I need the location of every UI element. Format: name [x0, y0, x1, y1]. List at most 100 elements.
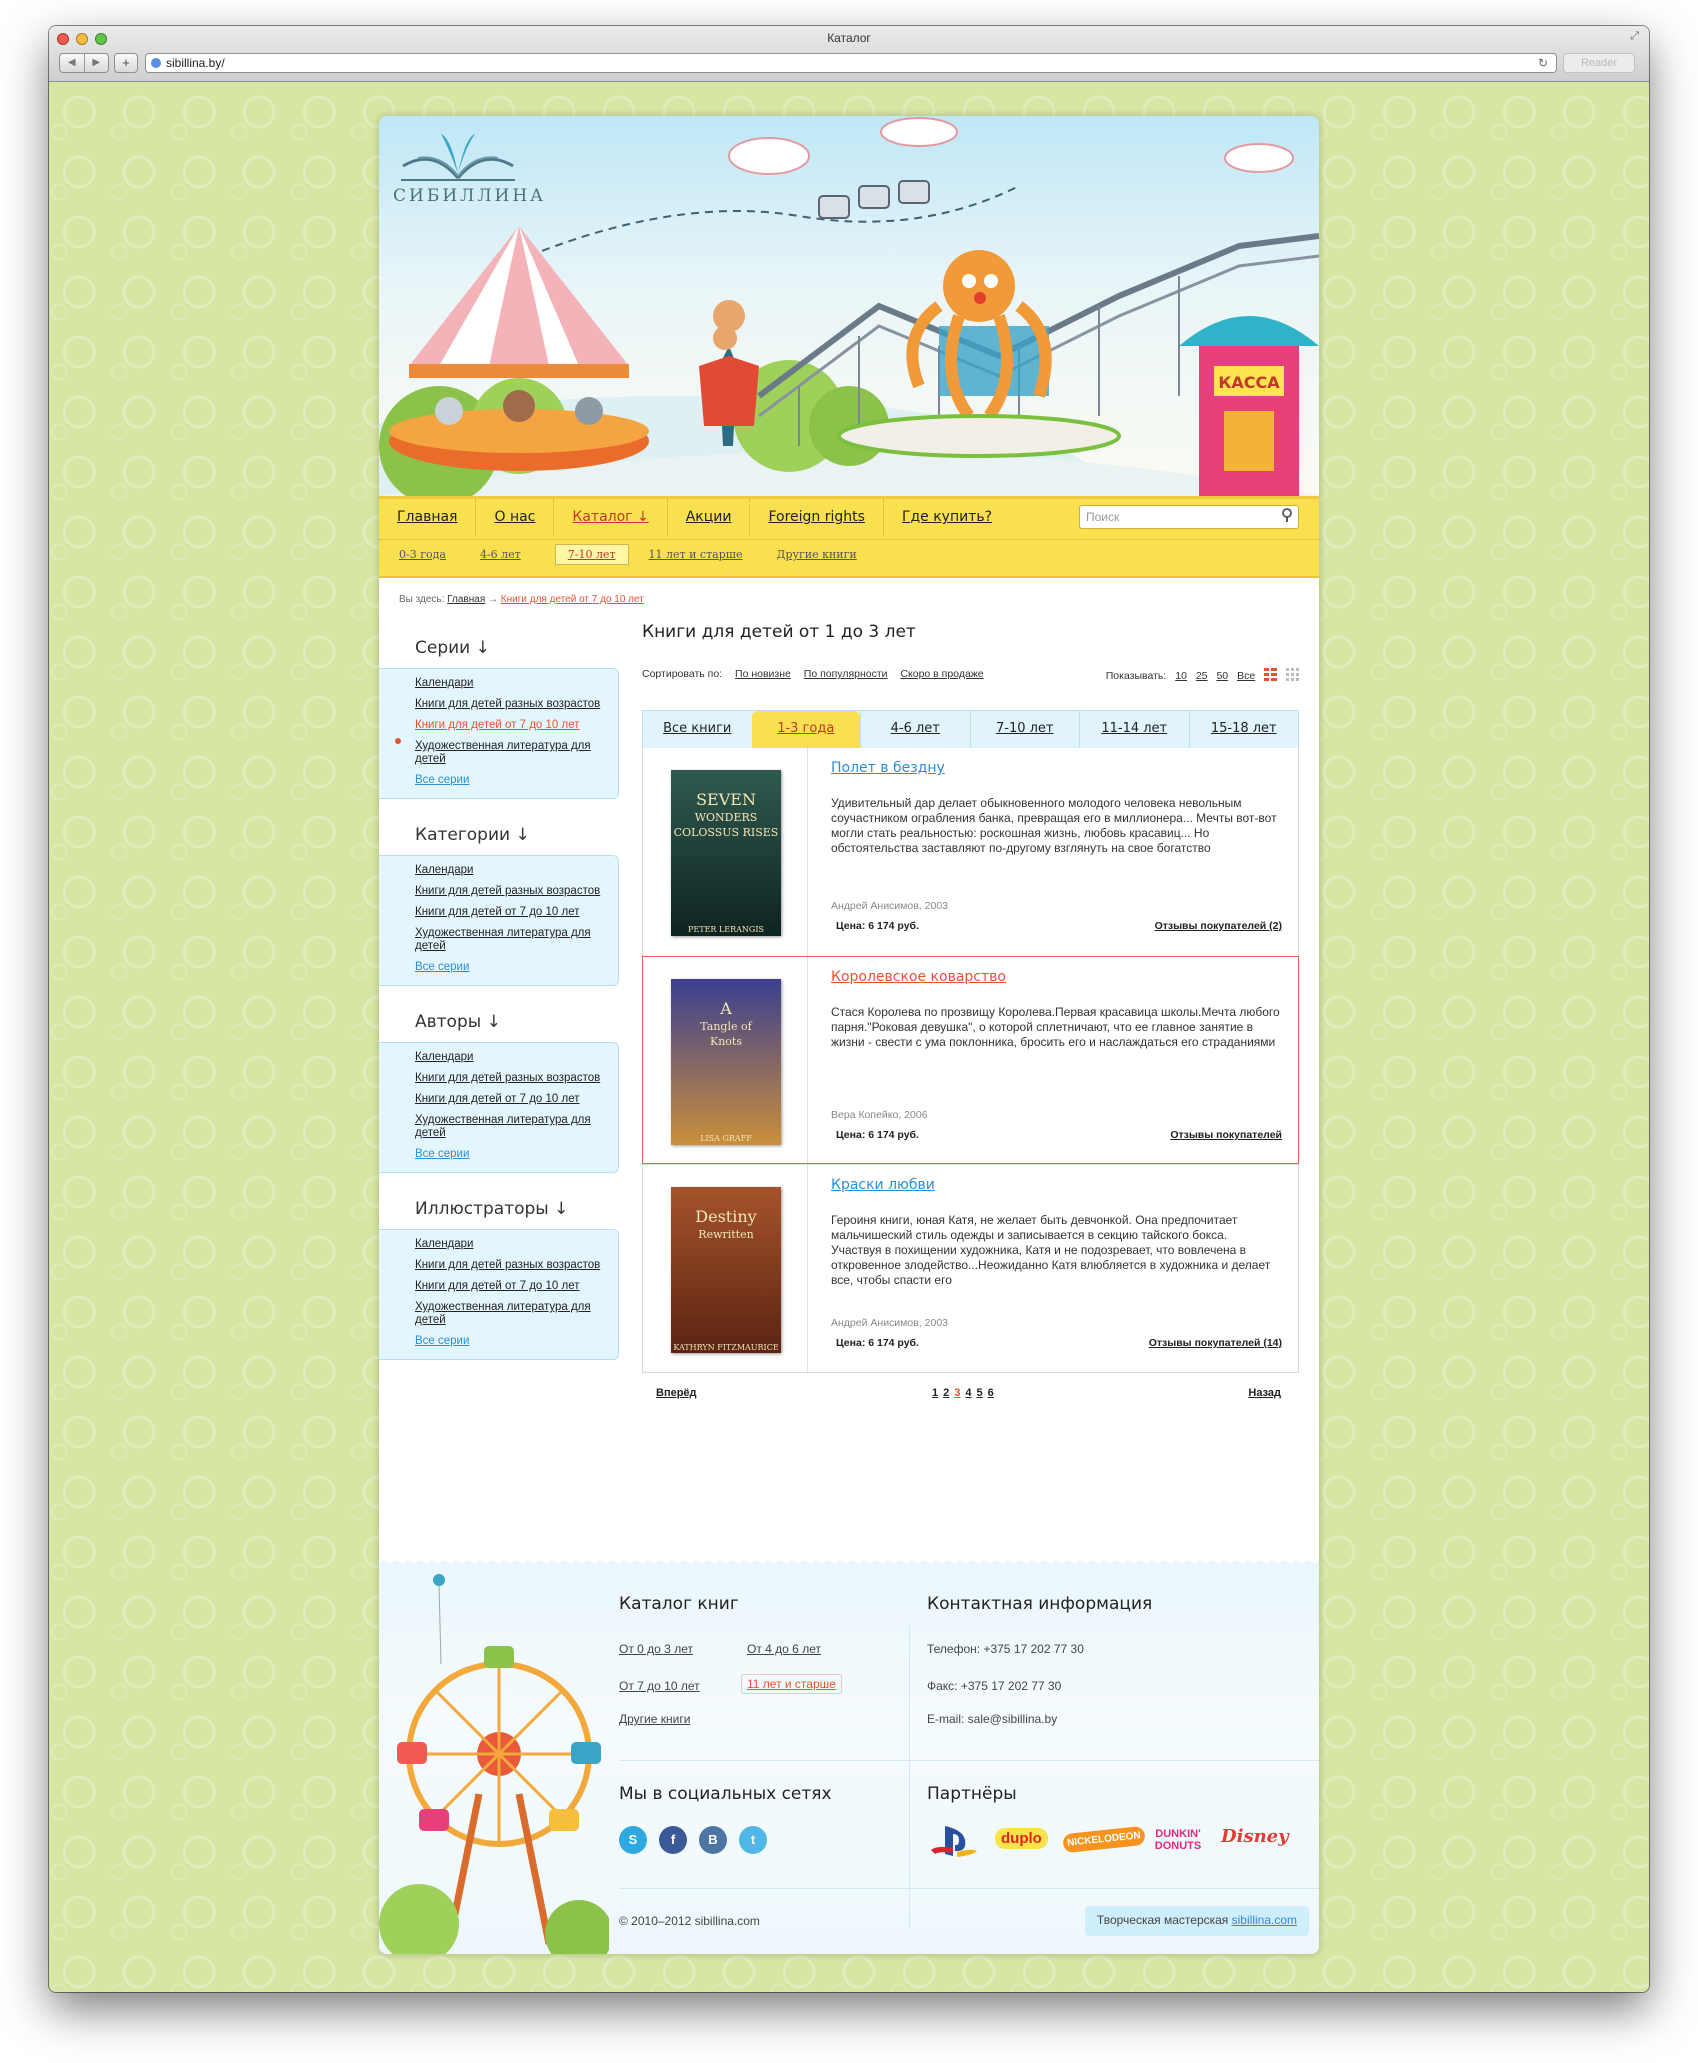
sidebar-heading-series[interactable]: Серии ↓	[379, 626, 619, 668]
skype-icon[interactable]: S	[619, 1826, 647, 1854]
book-cover[interactable]: SEVEN WONDERS COLOSSUS RISES PETER LERANGIS	[671, 770, 781, 936]
sidebar-link[interactable]: Художественная литература для детей	[415, 1114, 604, 1140]
grid-view-icon[interactable]	[1286, 668, 1299, 681]
sidebar-all-series-link[interactable]: Все серии	[415, 961, 604, 973]
pager-page-link[interactable]: 3	[954, 1387, 960, 1399]
footer-link-11-plus[interactable]: 11 лет и старше	[741, 1674, 842, 1694]
twitter-icon[interactable]: t	[739, 1826, 767, 1854]
tab-age-4[interactable]: 11-14 лет	[1079, 711, 1189, 748]
pager-prev-link[interactable]: Вперёд	[656, 1387, 697, 1399]
nav-item-home[interactable]: Главная	[379, 499, 477, 535]
book-item: A Tangle of Knots LISA GRAFF Королевское ков…	[642, 956, 1299, 1164]
search-icon[interactable]	[1280, 508, 1294, 522]
facebook-icon[interactable]: f	[659, 1826, 687, 1854]
sidebar-heading-authors[interactable]: Авторы ↓	[379, 1000, 619, 1042]
book-cover-text: Tangle of	[700, 1020, 752, 1033]
footer-link-0-3[interactable]: От 0 до 3 лет	[619, 1642, 693, 1656]
partner-disney-logo[interactable]: Disney	[1221, 1826, 1289, 1847]
book-title[interactable]: Королевское коварство	[831, 969, 1006, 985]
subnav-age-11-plus[interactable]: 11 лет и старше	[649, 546, 757, 563]
book-cover-text: SEVEN	[696, 790, 756, 809]
list-view-icon[interactable]	[1264, 668, 1278, 681]
sidebar-link[interactable]: Книги для детей от 7 до 10 лет	[415, 1280, 604, 1293]
sidebar-link[interactable]: Календари	[415, 864, 604, 877]
subnav-age-4-6[interactable]: 4-6 лет	[480, 546, 535, 563]
show-10[interactable]: 10	[1175, 670, 1187, 682]
sidebar-link[interactable]: Календари	[415, 677, 604, 690]
footer-link-4-6[interactable]: От 4 до 6 лет	[747, 1642, 821, 1656]
sort-by-popularity[interactable]: По популярности	[804, 668, 888, 680]
add-bookmark-button[interactable]: +	[114, 53, 138, 73]
book-cover-text: WONDERS	[694, 811, 758, 824]
breadcrumb-current[interactable]: Книги для детей от 7 до 10 лет	[501, 594, 644, 605]
sidebar-link[interactable]: Книги для детей разных возрастов	[415, 885, 604, 898]
nav-item-catalog[interactable]: Каталог ↓	[554, 499, 668, 535]
tab-age-3[interactable]: 7-10 лет	[969, 711, 1080, 748]
show-all[interactable]: Все	[1237, 670, 1255, 682]
book-title[interactable]: Полет в бездну	[831, 760, 945, 776]
sidebar-link[interactable]: Книги для детей разных возрастов	[415, 698, 604, 711]
sidebar-link[interactable]: Художественная литература для детей	[415, 740, 604, 766]
pager-page-link[interactable]: 4	[965, 1387, 971, 1399]
nav-item-where-to-buy[interactable]: Где купить?	[884, 499, 1010, 535]
fullscreen-icon[interactable]: ⤢	[1630, 30, 1639, 43]
sidebar-link[interactable]: Художественная литература для детей	[415, 927, 604, 953]
pager-next-link[interactable]: Назад	[1248, 1387, 1281, 1399]
pager-page-link[interactable]: 1	[932, 1387, 938, 1399]
book-reviews-link[interactable]: Отзывы покупателей (2)	[1155, 920, 1282, 932]
address-bar[interactable]: sibillina.by/ ↻	[145, 53, 1557, 73]
partner-duplo-logo[interactable]: duplo	[995, 1828, 1048, 1849]
subnav-age-7-10[interactable]: 7-10 лет	[554, 544, 629, 565]
sidebar-all-series-link[interactable]: Все серии	[415, 774, 604, 786]
partner-dunkin-logo[interactable]: DUNKIN' DONUTS	[1145, 1828, 1211, 1852]
back-button[interactable]: ◀	[60, 54, 84, 72]
sidebar-all-series-link[interactable]: Все серии	[415, 1335, 604, 1347]
book-cover[interactable]: Destiny Rewritten KATHRYN FITZMAURICE	[671, 1187, 781, 1353]
reader-button[interactable]: Reader	[1563, 53, 1635, 73]
sidebar-link[interactable]: Книги для детей от 7 до 10 лет	[415, 1093, 604, 1106]
tab-age-1[interactable]: 1-3 года	[751, 711, 860, 748]
pager-page-link[interactable]: 5	[977, 1387, 983, 1399]
sidebar-heading-categories[interactable]: Категории ↓	[379, 813, 619, 855]
sidebar-all-series-link[interactable]: Все серии	[415, 1148, 604, 1160]
sidebar-link[interactable]: Книги для детей от 7 до 10 лет	[415, 719, 604, 732]
subnav-other-books[interactable]: Другие книги	[777, 546, 871, 563]
show-25[interactable]: 25	[1196, 670, 1208, 682]
sort-by-coming-soon[interactable]: Скоро в продаже	[900, 668, 983, 680]
book-reviews-link[interactable]: Отзывы покупателей	[1170, 1129, 1282, 1141]
partner-nickelodeon-logo[interactable]: NICKELODEON	[1062, 1825, 1146, 1854]
partner-playstation-logo[interactable]	[927, 1824, 979, 1861]
studio-link[interactable]: sibillina.com	[1232, 1913, 1297, 1927]
search-input[interactable]: Поиск	[1079, 505, 1299, 529]
book-author: Андрей Анисимов, 2003	[831, 1317, 949, 1329]
book-title[interactable]: Краски любви	[831, 1177, 935, 1193]
pager-page-link[interactable]: 2	[943, 1387, 949, 1399]
tab-age-2[interactable]: 4-6 лет	[860, 711, 970, 748]
tab-age-5[interactable]: 15-18 лет	[1188, 711, 1299, 748]
sidebar-link[interactable]: Книги для детей разных возрастов	[415, 1072, 604, 1085]
footer-social: Мы в социальных сетях S f B t	[619, 1784, 832, 1854]
pager-page-link[interactable]: 6	[988, 1387, 994, 1399]
book-cover[interactable]: A Tangle of Knots LISA GRAFF	[671, 979, 781, 1145]
sidebar-link[interactable]: Книги для детей разных возрастов	[415, 1259, 604, 1272]
nav-item-foreign-rights[interactable]: Foreign rights	[750, 499, 884, 535]
vkontakte-icon[interactable]: B	[699, 1826, 727, 1854]
sort-by-newest[interactable]: По новизне	[735, 668, 791, 680]
book-reviews-link[interactable]: Отзывы покупателей (14)	[1149, 1337, 1282, 1349]
tab-age-0[interactable]: Все книги	[643, 711, 752, 748]
sidebar-link[interactable]: Календари	[415, 1238, 604, 1251]
sidebar-link[interactable]: Книги для детей от 7 до 10 лет	[415, 906, 604, 919]
breadcrumb-home-link[interactable]: Главная	[447, 594, 485, 605]
footer-link-7-10[interactable]: От 7 до 10 лет	[619, 1679, 700, 1693]
nav-item-about[interactable]: О нас	[476, 499, 555, 535]
subnav-age-0-3[interactable]: 0-3 года	[399, 546, 460, 563]
reload-icon[interactable]: ↻	[1538, 54, 1548, 72]
footer-link-other[interactable]: Другие книги	[619, 1712, 690, 1726]
sidebar-heading-illustrators[interactable]: Иллюстраторы ↓	[379, 1187, 619, 1229]
nav-item-promotions[interactable]: Акции	[668, 499, 751, 535]
sidebar-link[interactable]: Художественная литература для детей	[415, 1301, 604, 1327]
sidebar-link[interactable]: Календари	[415, 1051, 604, 1064]
show-50[interactable]: 50	[1216, 670, 1228, 682]
book-cover-text: Destiny	[695, 1207, 757, 1226]
forward-button[interactable]: ▶	[83, 54, 109, 72]
